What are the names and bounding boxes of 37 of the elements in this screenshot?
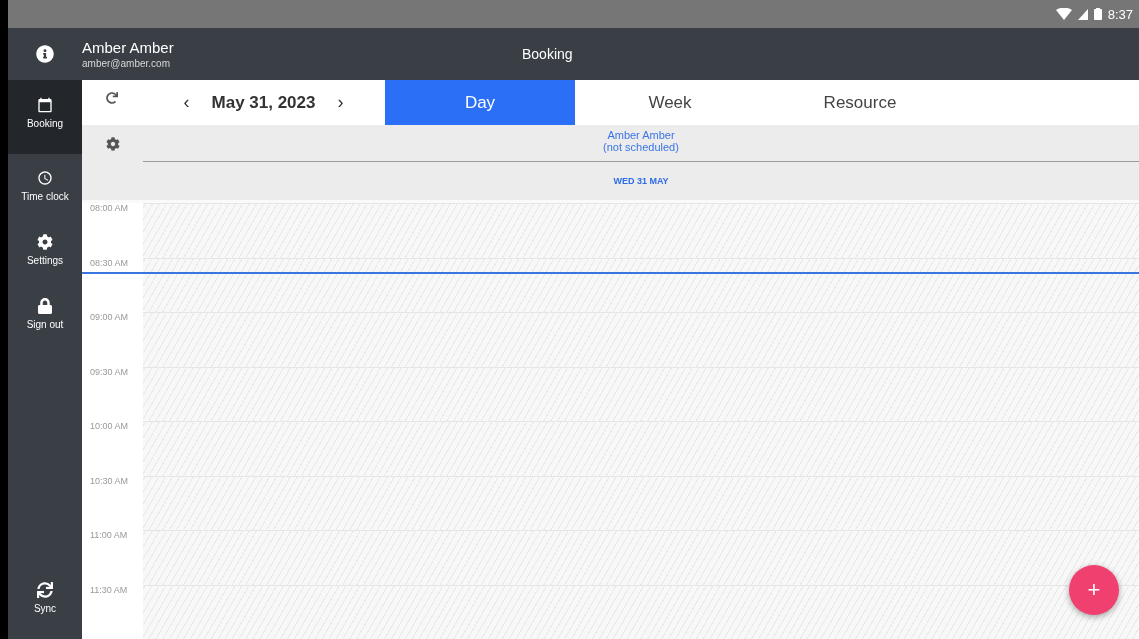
info-icon[interactable] <box>36 45 54 63</box>
time-label: 10:00 AM <box>90 421 129 431</box>
resource-name: Amber Amber <box>607 129 675 141</box>
resource-note: (not scheduled) <box>603 141 679 153</box>
time-label: 10:30 AM <box>90 475 129 486</box>
day-label: WED 31 MAY <box>613 176 669 186</box>
time-label: 11:00 AM <box>90 530 128 540</box>
clock-time: 8:37 <box>1107 6 1133 22</box>
clock-icon <box>37 170 53 186</box>
time-label: 11:30 AM <box>90 584 128 595</box>
time-label: 09:30 AM <box>90 366 129 377</box>
wifi-icon <box>1055 8 1072 20</box>
sidebar-item[interactable]: Settings <box>8 218 82 282</box>
lock-icon <box>37 298 53 314</box>
user-email: amber@amber.com <box>82 58 171 69</box>
sync-item[interactable]: Sync <box>8 565 82 639</box>
signal-icon <box>1077 8 1088 20</box>
battery-icon <box>1093 8 1102 20</box>
refresh-icon[interactable] <box>106 92 118 104</box>
user-name: Amber Amber <box>82 39 175 56</box>
sync-icon <box>37 582 53 598</box>
date-label: May 31, 2023 <box>211 92 316 113</box>
sidebar-item[interactable]: Sign out <box>8 282 82 346</box>
settings-icon[interactable] <box>105 136 120 151</box>
calendar-icon <box>37 97 53 113</box>
time-label: 08:30 AM <box>90 257 129 268</box>
time-label: 09:00 AM <box>90 312 129 322</box>
time-label: 08:00 AM <box>90 203 129 213</box>
time-slot[interactable] <box>143 257 1139 312</box>
settings-icon <box>37 234 53 250</box>
previous-button[interactable]: ‹ <box>183 92 190 113</box>
next-button[interactable]: › <box>337 92 344 113</box>
page-title: Booking <box>522 46 573 62</box>
view-tab[interactable]: Day <box>385 80 575 125</box>
time-slot[interactable] <box>143 584 1139 639</box>
sidebar-item[interactable]: Time clock <box>8 154 82 218</box>
sidebar-item[interactable]: Booking <box>8 80 82 154</box>
